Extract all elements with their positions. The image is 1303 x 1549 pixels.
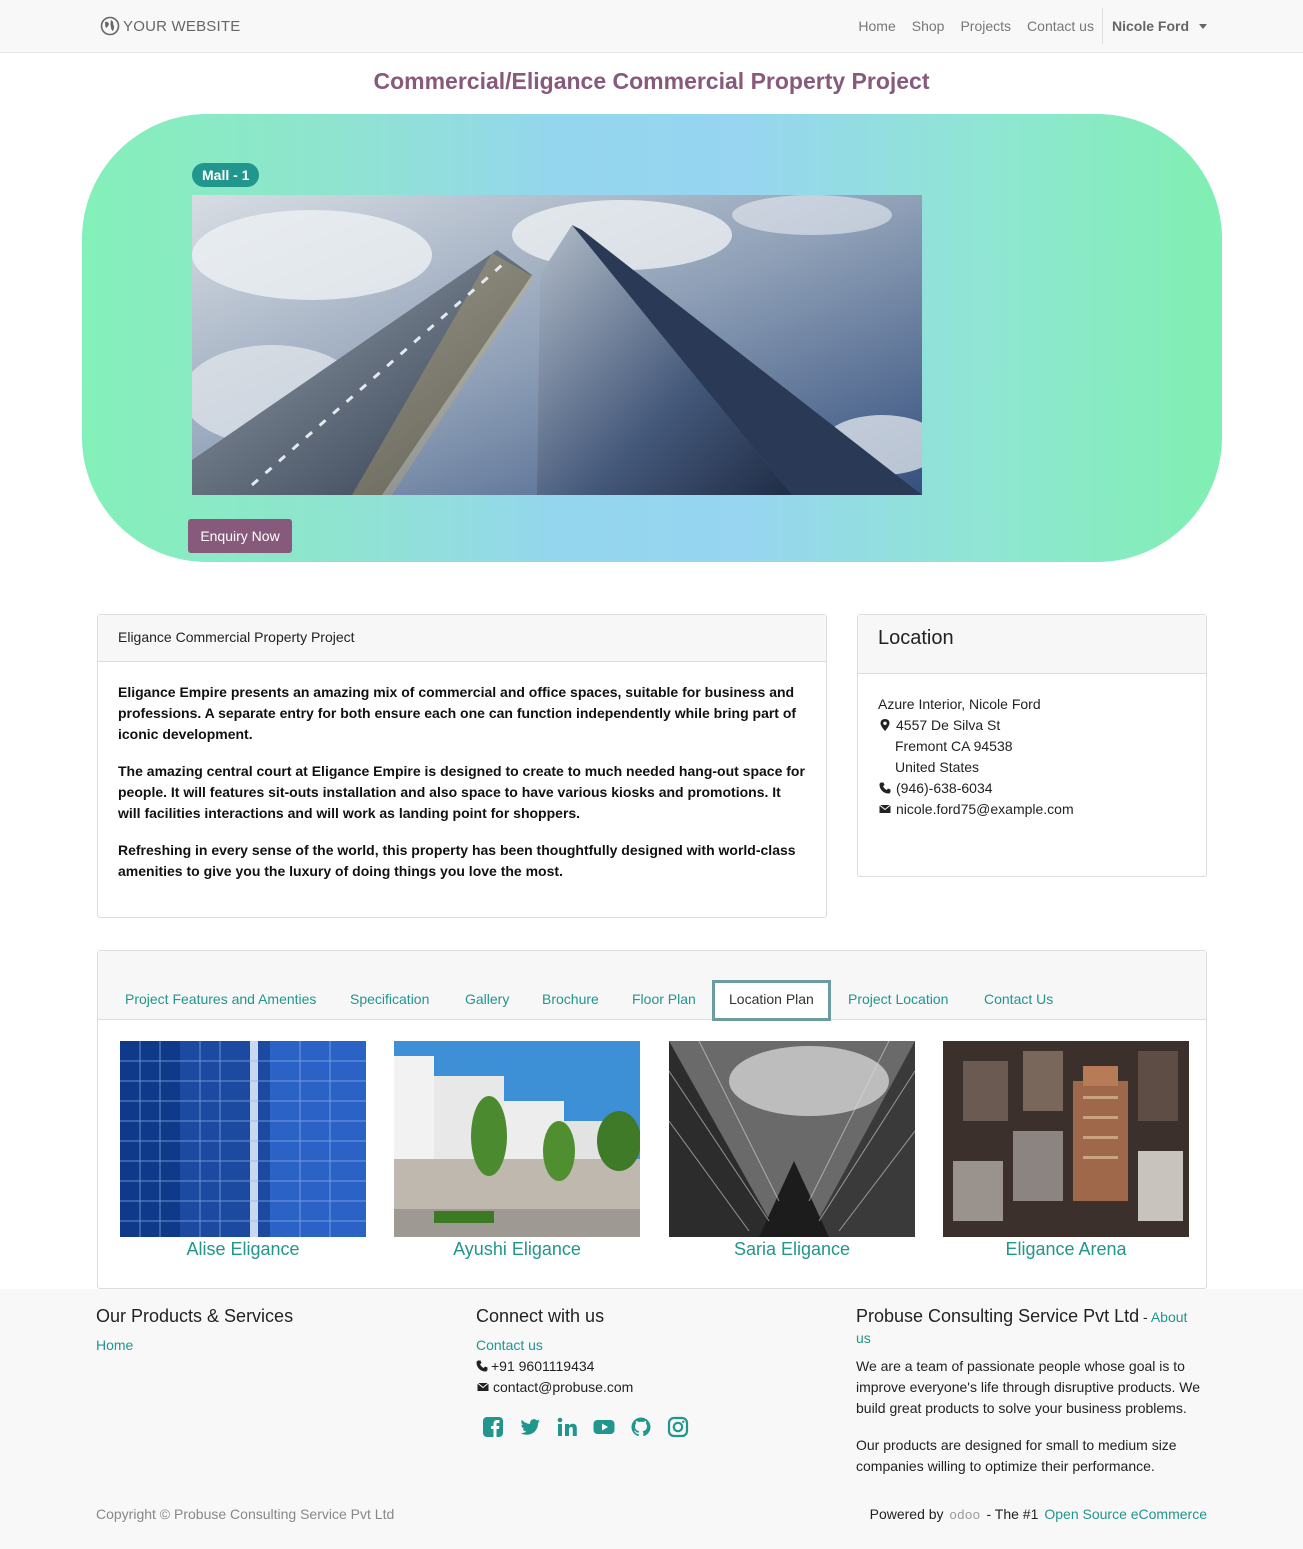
tabs-card: Project Features and Amenties Specificat… <box>97 950 1207 1289</box>
tab-gallery[interactable]: Gallery <box>465 981 509 1021</box>
page-title: Commercial/Eligance Commercial Property … <box>373 68 930 94</box>
instagram-icon[interactable] <box>667 1416 689 1441</box>
open-source-ecommerce-link[interactable]: Open Source eCommerce <box>1044 1506 1207 1522</box>
copyright: Copyright © Probuse Consulting Service P… <box>96 1506 395 1522</box>
project-name: Ayushi Eligance <box>453 1239 581 1259</box>
description-paragraph: The amazing central court at Eligance Em… <box>118 763 805 821</box>
brand-text: YOUR WEBSITE <box>123 17 241 35</box>
project-name: Saria Eligance <box>733 1239 851 1259</box>
footer-phone: +91 9601119434 <box>491 1358 595 1374</box>
location-phone: (946)-638-6034 <box>896 780 993 796</box>
nav-links: Home Shop Projects Contact us Nicole For… <box>850 8 1207 44</box>
tab-location-plan[interactable]: Location Plan <box>712 980 831 1021</box>
project-card[interactable]: Eligance Arena <box>943 1041 1189 1260</box>
globe-icon <box>100 16 120 36</box>
location-title: Location <box>858 615 1206 674</box>
tab-project-location[interactable]: Project Location <box>848 981 948 1021</box>
footer-products: Our Products & Services Home <box>96 1306 436 1356</box>
brand-logo[interactable]: YOUR WEBSITE <box>100 15 240 37</box>
project-card[interactable]: Alise Eligance <box>120 1041 366 1260</box>
envelope-icon <box>476 1377 490 1398</box>
project-name: Alise Eligance <box>186 1239 300 1259</box>
nav-shop[interactable]: Shop <box>904 8 953 44</box>
location-country: United States <box>895 759 980 775</box>
project-name: Eligance Arena <box>1005 1239 1127 1259</box>
facebook-icon[interactable] <box>482 1416 504 1441</box>
footer-company-title: Probuse Consulting Service Pvt Ltd <box>856 1306 1140 1326</box>
github-icon[interactable] <box>630 1416 652 1441</box>
project-image <box>394 1041 640 1237</box>
hero-image <box>192 195 922 495</box>
project-badge: Mall - 1 <box>192 163 260 187</box>
footer-connect: Connect with us Contact us +91 960111943… <box>476 1306 816 1441</box>
footer-about-text: Our products are designed for small to m… <box>856 1437 1177 1474</box>
project-image <box>669 1041 915 1237</box>
description-paragraph: Refreshing in every sense of the world, … <box>118 842 796 879</box>
envelope-icon <box>878 799 892 820</box>
footer-company: Probuse Consulting Service Pvt Ltd - Abo… <box>856 1306 1206 1477</box>
user-name: Nicole Ford <box>1111 18 1189 34</box>
location-street: 4557 De Silva St <box>896 717 1001 733</box>
footer-products-title: Our Products & Services <box>96 1306 294 1326</box>
tab-contact-us[interactable]: Contact Us <box>984 981 1053 1021</box>
nav-home[interactable]: Home <box>850 8 903 44</box>
project-image <box>943 1041 1189 1237</box>
location-card: Location Azure Interior, Nicole Ford 455… <box>857 614 1207 877</box>
project-card[interactable]: Saria Eligance <box>669 1041 915 1260</box>
youtube-icon[interactable] <box>593 1416 615 1441</box>
nav-projects[interactable]: Projects <box>952 8 1019 44</box>
description-header: Eligance Commercial Property Project <box>98 615 826 662</box>
footer-about-separator: - <box>1139 1309 1151 1325</box>
navbar: YOUR WEBSITE Home Shop Projects Contact … <box>0 0 1303 53</box>
tab-project-features[interactable]: Project Features and Amenties <box>125 981 316 1021</box>
location-name: Azure Interior, Nicole Ford <box>878 696 1041 712</box>
footer: Our Products & Services Home Connect wit… <box>0 1289 1303 1549</box>
description-paragraph: Eligance Empire presents an amazing mix … <box>118 684 797 742</box>
tab-specification[interactable]: Specification <box>350 981 429 1021</box>
nav-contact[interactable]: Contact us <box>1019 8 1102 44</box>
odoo-logo[interactable]: odoo <box>950 1507 981 1522</box>
social-links <box>476 1416 816 1441</box>
user-menu[interactable]: Nicole Ford <box>1101 8 1207 44</box>
powered-by-label: Powered by <box>869 1506 944 1522</box>
project-card[interactable]: Ayushi Eligance <box>394 1041 640 1260</box>
enquiry-now-button[interactable]: Enquiry Now <box>188 519 292 553</box>
location-city: Fremont CA 94538 <box>895 738 1013 754</box>
description-card: Eligance Commercial Property Project Eli… <box>97 614 827 918</box>
linkedin-icon[interactable] <box>556 1416 578 1441</box>
location-email: nicole.ford75@example.com <box>896 801 1074 817</box>
twitter-icon[interactable] <box>519 1416 541 1441</box>
map-marker-icon <box>878 715 892 736</box>
powered-by: Powered by odoo - The #1 Open Source eCo… <box>870 1506 1207 1522</box>
tab-floor-plan[interactable]: Floor Plan <box>632 981 696 1021</box>
the-one-label: - The #1 <box>986 1506 1039 1522</box>
footer-home-link[interactable]: Home <box>96 1335 436 1356</box>
footer-connect-title: Connect with us <box>476 1306 605 1326</box>
footer-contact-link[interactable]: Contact us <box>476 1335 816 1356</box>
phone-icon <box>476 1356 488 1377</box>
footer-about-text: We are a team of passionate people whose… <box>856 1358 1201 1416</box>
phone-icon <box>878 778 892 799</box>
odoo-logo-text: odoo <box>949 1506 981 1522</box>
tab-bar: Project Features and Amenties Specificat… <box>98 951 1206 1021</box>
project-image <box>120 1041 366 1237</box>
footer-email: contact@probuse.com <box>493 1379 634 1395</box>
chevron-down-icon <box>1199 23 1207 29</box>
tab-brochure[interactable]: Brochure <box>542 981 599 1021</box>
